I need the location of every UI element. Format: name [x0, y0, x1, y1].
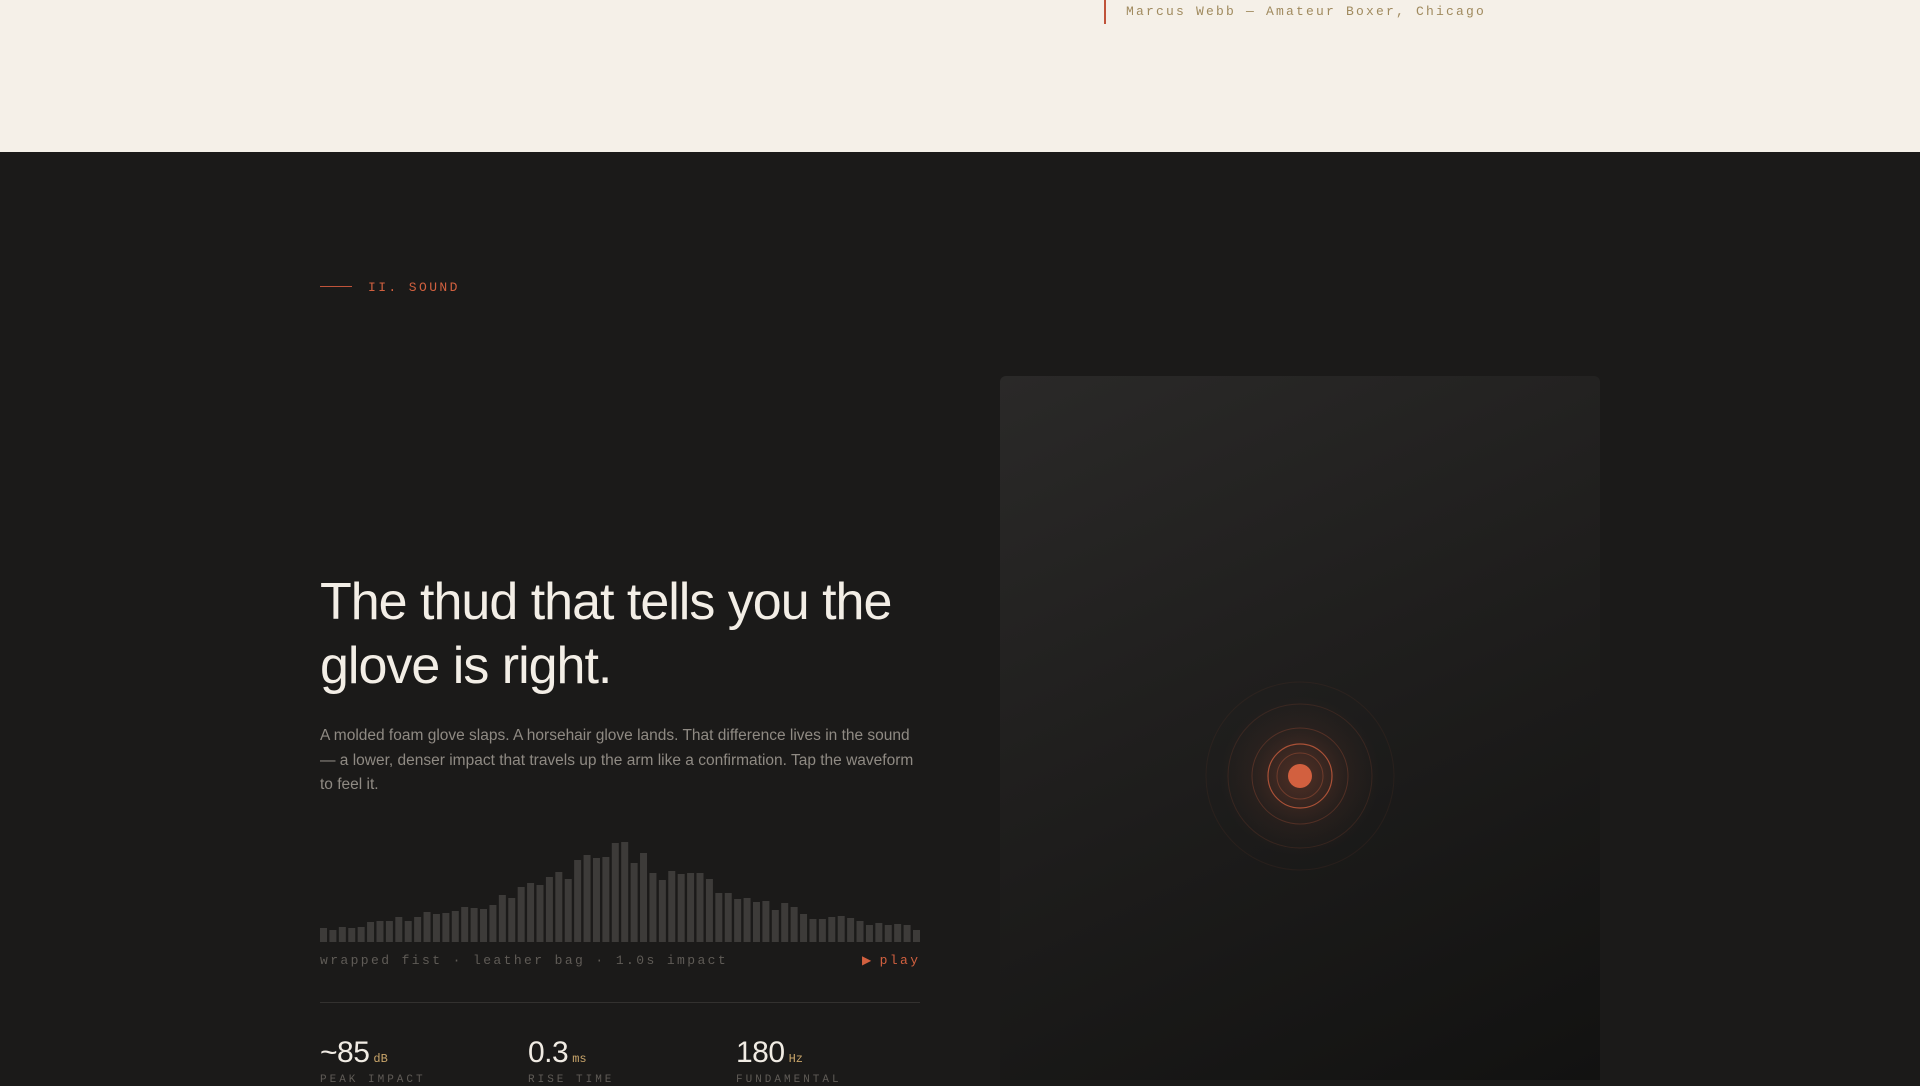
waveform-bar[interactable]: [564, 879, 572, 942]
waveform-bar[interactable]: [574, 860, 582, 942]
waveform-bar[interactable]: [489, 905, 497, 942]
waveform-bar[interactable]: [828, 917, 836, 942]
waveform-bar[interactable]: [545, 877, 553, 942]
waveform-bar[interactable]: [385, 921, 393, 942]
stat-peak-impact: ~85 dB PEAK IMPACT: [320, 1036, 423, 1086]
waveform-bar[interactable]: [517, 887, 525, 942]
play-icon: ▶: [862, 954, 874, 968]
waveform-bar[interactable]: [329, 930, 337, 942]
waveform-bar[interactable]: [451, 911, 459, 942]
waveform-bar[interactable]: [498, 895, 506, 942]
waveform-bar[interactable]: [724, 893, 732, 942]
waveform-bar[interactable]: [913, 930, 920, 942]
waveform-bar[interactable]: [432, 914, 440, 942]
waveform-bar[interactable]: [818, 919, 826, 942]
stat-label: RISE TIME: [528, 1074, 615, 1086]
waveform-bar[interactable]: [348, 928, 356, 942]
waveform-bar[interactable]: [696, 873, 704, 942]
waveform-bar[interactable]: [630, 863, 638, 942]
waveform-bar[interactable]: [338, 927, 346, 942]
waveform-bar[interactable]: [677, 874, 685, 942]
waveform-bar[interactable]: [856, 921, 864, 942]
waveform-bar[interactable]: [508, 898, 516, 942]
impact-visual-panel: [1000, 376, 1600, 1080]
quote-accent-rule: [1104, 0, 1106, 24]
waveform-bar[interactable]: [320, 928, 327, 942]
stat-fundamental: 180 Hz FUNDAMENTAL: [736, 1036, 839, 1086]
stat-value: 0.3: [528, 1036, 569, 1069]
play-label: play: [879, 953, 921, 968]
waveform-bar[interactable]: [555, 872, 563, 942]
waveform-bar[interactable]: [894, 924, 902, 942]
waveform-bar[interactable]: [875, 923, 883, 942]
impact-ripple-graphic: [1205, 681, 1395, 871]
waveform-bar[interactable]: [536, 885, 544, 942]
waveform-bar[interactable]: [752, 902, 760, 942]
waveform-bar[interactable]: [884, 925, 892, 942]
waveform-bar[interactable]: [743, 898, 751, 942]
waveform-bar[interactable]: [480, 909, 488, 942]
testimonial-band: Marcus Webb — Amateur Boxer, Chicago: [0, 0, 1920, 152]
waveform-bar[interactable]: [668, 871, 676, 942]
waveform-bar[interactable]: [781, 903, 789, 942]
waveform[interactable]: [320, 836, 920, 942]
waveform-bar[interactable]: [649, 873, 657, 942]
impact-dot: [1288, 764, 1312, 788]
testimonial-attribution: Marcus Webb — Amateur Boxer, Chicago: [1126, 4, 1487, 19]
stat-unit: ms: [572, 1052, 587, 1066]
waveform-bar[interactable]: [611, 843, 619, 942]
waveform-bar[interactable]: [800, 914, 808, 942]
waveform-bar[interactable]: [865, 925, 873, 942]
waveform-bar[interactable]: [705, 879, 713, 942]
waveform-bar[interactable]: [762, 901, 770, 942]
waveform-bar[interactable]: [640, 853, 648, 942]
sound-section: [0, 152, 1920, 1080]
stat-label: FUNDAMENTAL: [736, 1074, 842, 1086]
waveform-bar[interactable]: [583, 855, 591, 942]
waveform-bar[interactable]: [461, 907, 469, 942]
stat-unit: Hz: [788, 1052, 803, 1066]
section-divider: [320, 1002, 920, 1003]
waveform-bar[interactable]: [658, 880, 666, 942]
waveform-bar[interactable]: [837, 916, 845, 942]
waveform-bar[interactable]: [790, 907, 798, 942]
waveform-caption: wrapped fist · leather bag · 1.0s impact: [320, 953, 729, 968]
waveform-bar[interactable]: [734, 899, 742, 942]
stat-label: PEAK IMPACT: [320, 1074, 426, 1086]
stat-unit: dB: [373, 1052, 388, 1066]
waveform-bar[interactable]: [395, 917, 403, 942]
section-label: II. SOUND: [368, 280, 460, 295]
waveform-bar[interactable]: [592, 858, 600, 942]
waveform-bar[interactable]: [423, 912, 431, 942]
waveform-bar[interactable]: [903, 925, 911, 942]
waveform-bar[interactable]: [357, 927, 365, 942]
section-body: A molded foam glove slaps. A horsehair g…: [320, 727, 914, 793]
waveform-bar[interactable]: [621, 842, 629, 942]
waveform-bar[interactable]: [376, 921, 384, 942]
waveform-bar[interactable]: [687, 873, 695, 942]
section-headline: The thud that tells you the glove is rig…: [320, 573, 892, 695]
waveform-bar[interactable]: [470, 908, 478, 942]
waveform-bar[interactable]: [404, 921, 412, 942]
waveform-bar[interactable]: [771, 910, 779, 942]
waveform-bar[interactable]: [809, 919, 817, 942]
waveform-bar[interactable]: [847, 918, 855, 942]
waveform-bar[interactable]: [527, 883, 535, 942]
waveform-bar[interactable]: [414, 917, 422, 942]
waveform-bar[interactable]: [367, 922, 375, 942]
stat-rise-time: 0.3 ms RISE TIME: [528, 1036, 611, 1086]
waveform-bar[interactable]: [602, 857, 610, 942]
waveform-bar[interactable]: [715, 893, 723, 942]
section-label-rule: [320, 286, 352, 287]
waveform-bar[interactable]: [442, 913, 450, 942]
stat-value: 180: [736, 1036, 785, 1069]
stat-value: ~85: [320, 1036, 370, 1069]
play-button[interactable]: ▶ play: [862, 953, 920, 968]
